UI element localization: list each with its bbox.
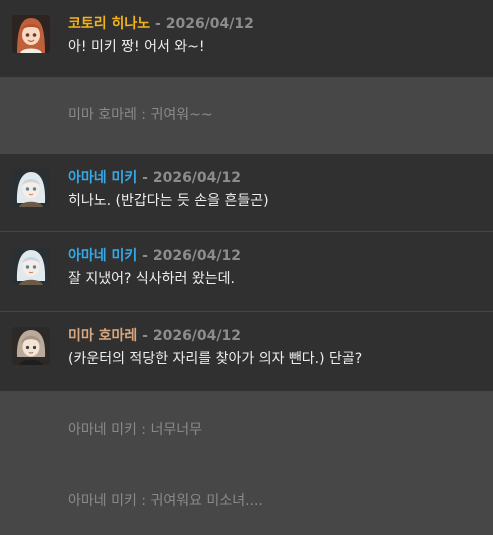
message-header: 아마네 미키 - 2026/04/12 bbox=[68, 169, 241, 187]
whisper-message: 아마네 미키 : 너무너무 bbox=[0, 392, 493, 466]
header-separator: - bbox=[150, 16, 166, 32]
amane-miki-avatar-icon[interactable] bbox=[12, 247, 50, 285]
whisper-message: 아마네 미키 : 귀여워요 미소녀.... bbox=[0, 466, 493, 535]
whisper-text: 아마네 미키 : 귀여워요 미소녀.... bbox=[68, 493, 263, 509]
header-separator: - bbox=[137, 328, 153, 344]
sender-name: 아마네 미키 bbox=[68, 170, 138, 186]
sender-name: 아마네 미키 bbox=[68, 248, 138, 264]
message-date: 2026/04/12 bbox=[165, 16, 254, 32]
message-header: 아마네 미키 - 2026/04/12 bbox=[68, 247, 241, 265]
header-separator: - bbox=[137, 248, 153, 264]
whisper-text: 아마네 미키 : 너무너무 bbox=[68, 422, 202, 438]
chat-message: 아마네 미키 - 2026/04/12 잘 지냈어? 식사하러 왔는데. bbox=[0, 232, 493, 312]
message-header: 미마 호마레 - 2026/04/12 bbox=[68, 327, 241, 345]
message-date: 2026/04/12 bbox=[152, 328, 241, 344]
message-text: (카운터의 적당한 자리를 찾아가 의자 뺀다.) 단골? bbox=[68, 351, 363, 367]
chat-message: 코토리 히나노 - 2026/04/12 아! 미키 짱! 어서 와~! bbox=[0, 0, 493, 78]
header-separator: - bbox=[137, 170, 153, 186]
sender-name: 미마 호마레 bbox=[68, 328, 138, 344]
message-date: 2026/04/12 bbox=[152, 170, 241, 186]
kotori-hinano-avatar-icon[interactable] bbox=[12, 15, 50, 53]
message-date: 2026/04/12 bbox=[152, 248, 241, 264]
whisper-text: 미마 호마레 : 귀여워~~ bbox=[68, 107, 213, 123]
message-text: 잘 지냈어? 식사하러 왔는데. bbox=[68, 271, 235, 287]
mima-homare-avatar-icon[interactable] bbox=[12, 327, 50, 365]
amane-miki-avatar-icon[interactable] bbox=[12, 169, 50, 207]
whisper-message: 미마 호마레 : 귀여워~~ bbox=[0, 78, 493, 154]
chat-message: 미마 호마레 - 2026/04/12 (카운터의 적당한 자리를 찾아가 의자… bbox=[0, 312, 493, 392]
message-text: 아! 미키 짱! 어서 와~! bbox=[68, 39, 205, 55]
chat-log: 코토리 히나노 - 2026/04/12 아! 미키 짱! 어서 와~! 미마 … bbox=[0, 0, 493, 535]
chat-message: 아마네 미키 - 2026/04/12 히나노. (반갑다는 듯 손을 흔들곤) bbox=[0, 154, 493, 232]
message-header: 코토리 히나노 - 2026/04/12 bbox=[68, 15, 254, 33]
sender-name: 코토리 히나노 bbox=[68, 16, 151, 32]
message-text: 히나노. (반갑다는 듯 손을 흔들곤) bbox=[68, 193, 269, 209]
